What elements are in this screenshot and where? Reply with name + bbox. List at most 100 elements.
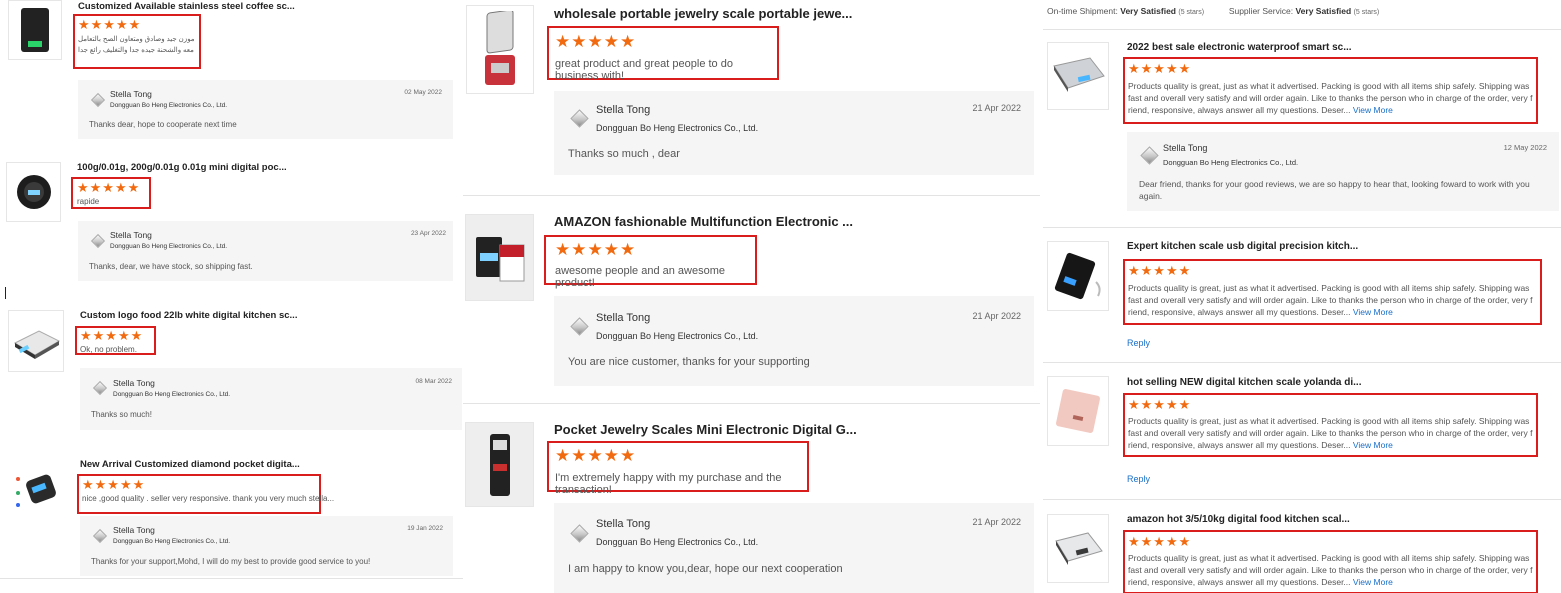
reply-company: Dongguan Bo Heng Electronics Co., Ltd. — [596, 123, 759, 133]
reply-link[interactable]: Reply — [1127, 338, 1150, 348]
review-text: I'm extremely happy with my purchase and… — [555, 472, 782, 496]
reply-text: Thanks, dear, we have stock, so shipping… — [89, 262, 253, 271]
reply-date: 08 Mar 2022 — [415, 378, 453, 385]
product-title[interactable]: 100g/0.01g, 200g/0.01g 0.01g mini digita… — [77, 162, 287, 173]
review-highlight-box: ★★★★★ Products quality is great, just as… — [1123, 57, 1538, 124]
reply-author: Stella Tong — [110, 89, 152, 99]
rating-stars: ★★★★★ — [555, 32, 637, 51]
product-thumbnail[interactable] — [1047, 241, 1109, 311]
reply-author: Stella Tong — [1163, 143, 1208, 153]
reply-text: Thanks so much , dear — [568, 148, 680, 160]
product-title[interactable]: 2022 best sale electronic waterproof sma… — [1127, 42, 1352, 53]
reply-company: Dongguan Bo Heng Electronics Co., Ltd. — [110, 243, 228, 250]
product-title[interactable]: amazon hot 3/5/10kg digital food kitchen… — [1127, 514, 1350, 525]
reply-text: Thanks so much! — [91, 410, 152, 419]
rating-stars: ★★★★★ — [78, 17, 142, 32]
product-title[interactable]: hot selling NEW digital kitchen scale yo… — [1127, 377, 1362, 388]
view-more-link[interactable]: View More — [1353, 440, 1393, 450]
reply-author: Stella Tong — [596, 104, 651, 116]
product-title[interactable]: Pocket Jewelry Scales Mini Electronic Di… — [554, 422, 857, 437]
reply-date: 19 Jan 2022 — [407, 525, 443, 532]
product-title[interactable]: AMAZON fashionable Multifunction Electro… — [554, 214, 853, 229]
product-thumbnail[interactable] — [1047, 376, 1109, 446]
reply-date: 02 May 2022 — [404, 89, 442, 96]
view-more-link[interactable]: View More — [1353, 307, 1393, 317]
reply-date: 12 May 2022 — [1503, 143, 1547, 152]
view-more-link[interactable]: View More — [1353, 577, 1393, 587]
seller-reply: Stella Tong Dongguan Bo Heng Electronics… — [1127, 132, 1559, 211]
reply-author: Stella Tong — [113, 378, 155, 388]
reply-date: 21 Apr 2022 — [972, 311, 1021, 321]
scale-image-icon — [13, 330, 61, 359]
scale-image-icon — [16, 474, 56, 507]
reply-company: Dongguan Bo Heng Electronics Co., Ltd. — [113, 538, 231, 545]
review-item: Pocket Jewelry Scales Mini Electronic Di… — [463, 413, 1040, 593]
product-thumbnail[interactable] — [465, 422, 534, 507]
divider — [463, 195, 1040, 196]
review-item: Customized Available stainless steel cof… — [0, 0, 463, 150]
review-text: nice ,good quality . seller very respons… — [82, 494, 335, 503]
rating-stars: ★★★★★ — [80, 328, 144, 343]
company-logo-icon — [92, 380, 108, 396]
reply-author: Stella Tong — [596, 312, 651, 324]
scale-image-icon — [475, 236, 524, 281]
reply-link[interactable]: Reply — [1127, 474, 1150, 484]
seller-reply: Stella Tong Dongguan Bo Heng Electronics… — [78, 221, 453, 281]
product-thumbnail[interactable] — [8, 0, 62, 60]
view-more-link[interactable]: View More — [1353, 105, 1393, 115]
reply-text: You are nice customer, thanks for your s… — [568, 356, 810, 368]
reply-author: Stella Tong — [596, 518, 651, 530]
seller-reply: Stella Tong Dongguan Bo Heng Electronics… — [78, 80, 453, 139]
shipment-label: On-time Shipment: — [1047, 6, 1118, 16]
review-item: New Arrival Customized diamond pocket di… — [0, 458, 463, 593]
review-item: Custom logo food 22lb white digital kitc… — [0, 308, 463, 448]
product-thumbnail[interactable] — [466, 5, 534, 94]
rating-summary: On-time Shipment: Very Satisfied (5 star… — [1047, 6, 1379, 16]
review-item: amazon hot 3/5/10kg digital food kitchen… — [1043, 507, 1561, 593]
review-highlight-box: ★★★★★ Products quality is great, just as… — [1123, 393, 1538, 457]
divider — [1043, 227, 1561, 228]
review-item: Expert kitchen scale usb digital precisi… — [1043, 235, 1561, 363]
review-item: AMAZON fashionable Multifunction Electro… — [463, 205, 1040, 405]
scale-image-icon — [1054, 252, 1101, 300]
reply-author: Stella Tong — [113, 525, 155, 535]
company-logo-icon — [570, 317, 589, 336]
scale-image-icon — [16, 175, 51, 209]
review-text-body: Products quality is great, just as what … — [1128, 416, 1533, 450]
divider — [0, 578, 463, 579]
rating-stars: ★★★★★ — [1128, 534, 1192, 549]
service-value: Very Satisfied — [1295, 6, 1352, 16]
review-item: 100g/0.01g, 200g/0.01g 0.01g mini digita… — [0, 160, 463, 290]
seller-reply: Stella Tong Dongguan Bo Heng Electronics… — [80, 516, 453, 576]
product-thumbnail[interactable] — [8, 460, 64, 518]
product-title[interactable]: Custom logo food 22lb white digital kitc… — [80, 310, 297, 321]
product-title[interactable]: Customized Available stainless steel cof… — [78, 1, 295, 12]
divider — [1043, 362, 1561, 363]
reply-company: Dongguan Bo Heng Electronics Co., Ltd. — [1163, 158, 1299, 167]
product-title[interactable]: Expert kitchen scale usb digital precisi… — [1127, 241, 1358, 252]
review-text-body: Products quality is great, just as what … — [1128, 283, 1533, 317]
scale-image-icon — [1053, 57, 1105, 92]
rating-stars: ★★★★★ — [77, 180, 141, 195]
product-title[interactable]: New Arrival Customized diamond pocket di… — [80, 459, 300, 470]
seller-reply: Stella Tong Dongguan Bo Heng Electronics… — [554, 296, 1034, 386]
product-thumbnail[interactable] — [465, 214, 534, 301]
reply-text: Dear friend, thanks for your good review… — [1139, 179, 1530, 201]
scale-image-icon — [1056, 389, 1100, 433]
product-thumbnail[interactable] — [6, 162, 61, 222]
company-logo-icon — [1140, 146, 1159, 165]
divider — [463, 403, 1040, 404]
product-thumbnail[interactable] — [1047, 42, 1109, 110]
company-logo-icon — [570, 524, 589, 543]
review-text: rapide — [77, 197, 100, 206]
rating-stars: ★★★★★ — [1128, 397, 1192, 412]
product-thumbnail[interactable] — [8, 310, 64, 372]
product-thumbnail[interactable] — [1047, 514, 1109, 583]
seller-reply: Stella Tong Dongguan Bo Heng Electronics… — [554, 503, 1034, 593]
product-title[interactable]: wholesale portable jewelry scale portabl… — [554, 6, 852, 21]
reply-company: Dongguan Bo Heng Electronics Co., Ltd. — [596, 537, 759, 547]
seller-reply: Stella Tong Dongguan Bo Heng Electronics… — [80, 368, 462, 430]
reply-date: 21 Apr 2022 — [972, 103, 1021, 113]
review-highlight-box: ★★★★★ nice ,good quality . seller very r… — [77, 474, 334, 514]
company-logo-icon — [90, 233, 106, 249]
